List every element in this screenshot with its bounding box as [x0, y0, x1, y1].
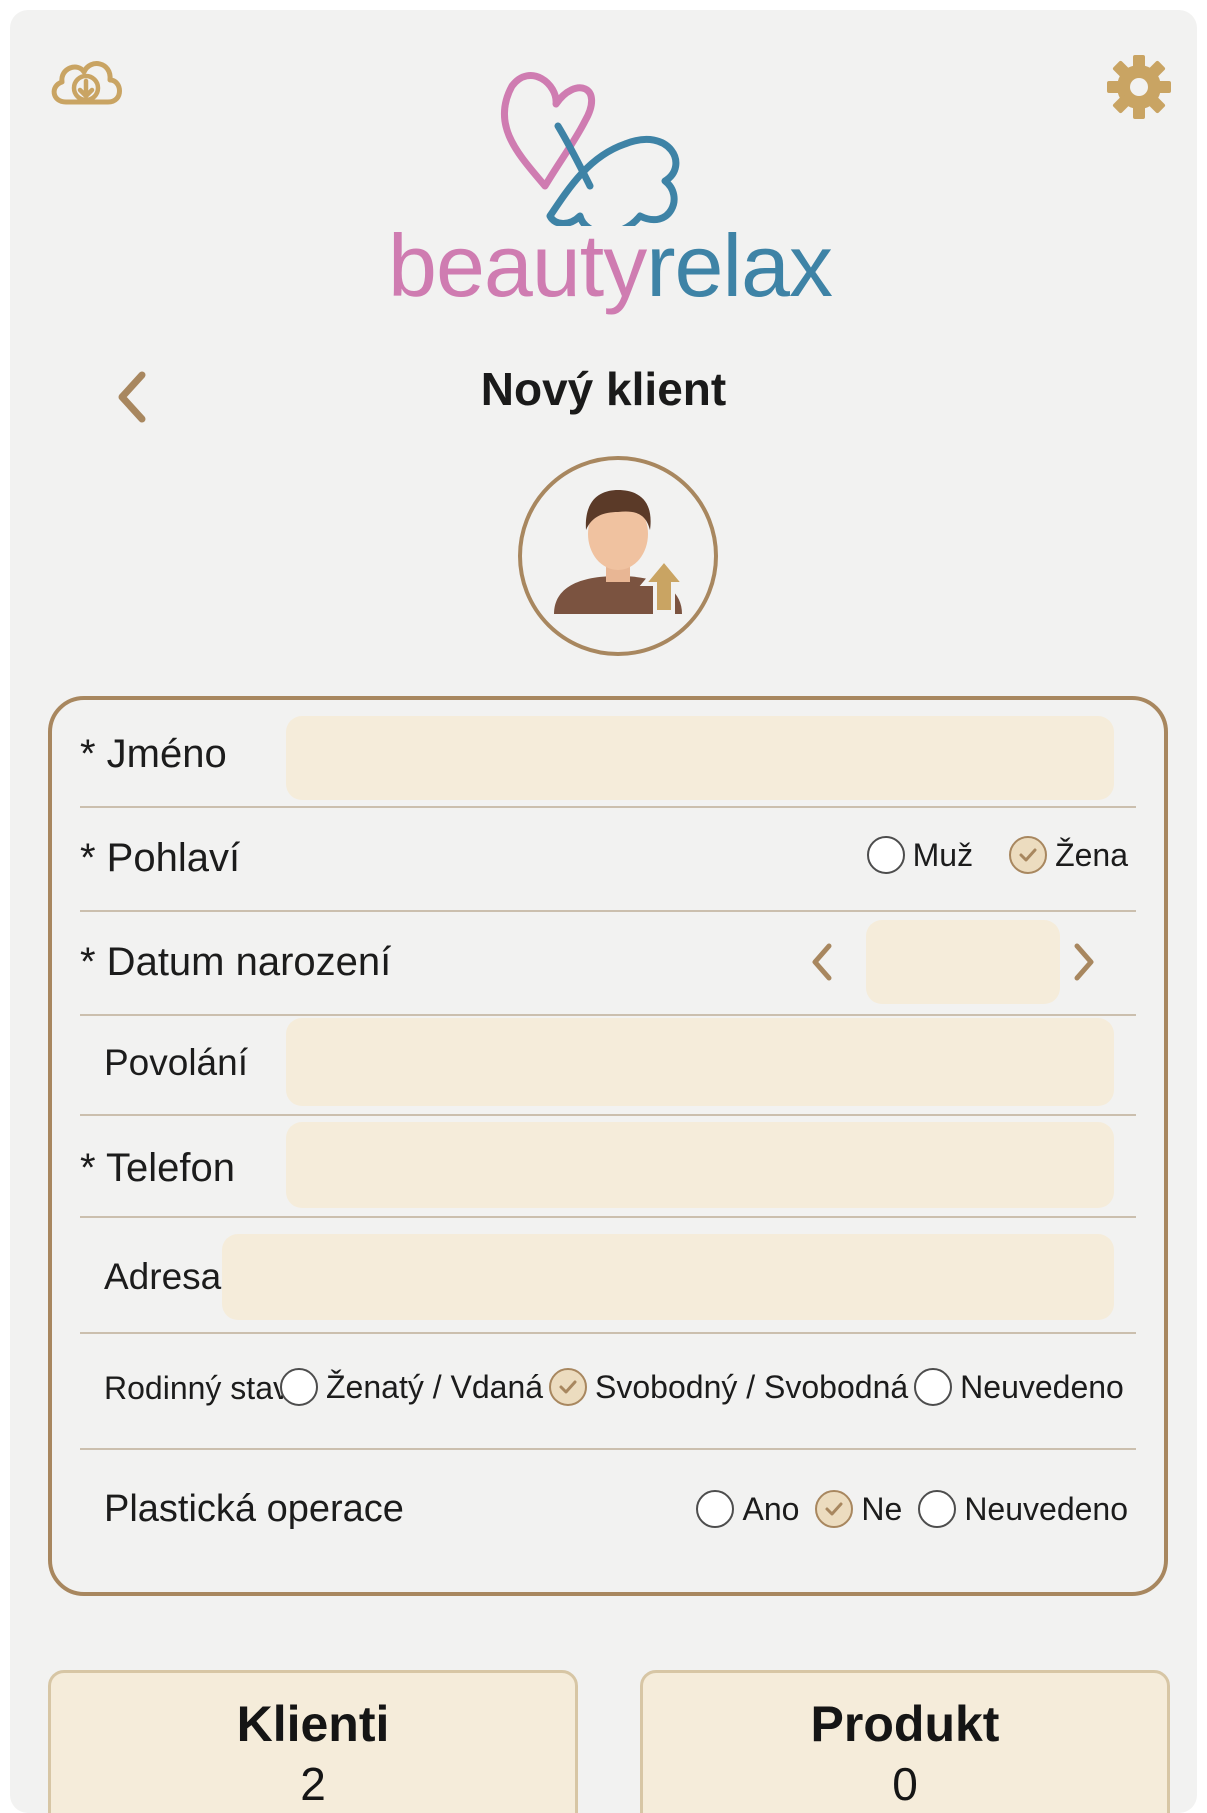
check-icon [1009, 836, 1048, 874]
radio-circle [866, 836, 905, 874]
label-marital: Rodinný stav [104, 1370, 289, 1406]
avatar-upload-icon [554, 490, 689, 614]
products-card[interactable]: Produkt 0 [640, 1670, 1170, 1813]
radio-zena[interactable]: Žena [1009, 836, 1128, 874]
radio-circle [696, 1490, 735, 1528]
address-input[interactable] [222, 1234, 1114, 1320]
row-gender: * Pohlaví Muž Žena [80, 806, 1136, 912]
gender-radio-group: Muž Žena [847, 836, 1128, 874]
date-next-chevron-icon[interactable] [1064, 932, 1104, 992]
client-form: * Jméno * Pohlaví Muž Žena * Datum naroz… [48, 696, 1168, 1596]
radio-circle [914, 1368, 953, 1406]
row-marital: Rodinný stav Ženatý / Vdaná Svobodný / S… [80, 1332, 1136, 1450]
avatar-upload-button[interactable] [518, 456, 718, 656]
plastic-radio-group: Ano Ne Neuvedeno [676, 1490, 1128, 1528]
clients-card[interactable]: Klienti 2 [48, 1670, 578, 1813]
label-gender: * Pohlaví [80, 836, 241, 880]
row-plastic: Plastická operace Ano Ne Neuvedeno [80, 1448, 1136, 1588]
label-birthdate: * Datum narození [80, 940, 392, 984]
radio-ano[interactable]: Ano [696, 1490, 799, 1528]
radio-muz[interactable]: Muž [866, 836, 974, 874]
radio-label-plastic-neuvedeno: Neuvedeno [964, 1490, 1128, 1527]
phone-input[interactable] [286, 1122, 1114, 1208]
clients-label: Klienti [236, 1696, 390, 1752]
brand-logo: beautyrelax [380, 66, 840, 316]
marital-radio-group: Ženatý / Vdaná Svobodný / Svobodná Neuve… [280, 1368, 1124, 1406]
products-label: Produkt [810, 1696, 1000, 1752]
radio-label-ne: Ne [861, 1490, 903, 1527]
radio-label-svobodny: Svobodný / Svobodná [595, 1368, 909, 1405]
gear-icon[interactable] [1100, 48, 1178, 126]
radio-zenaty[interactable]: Ženatý / Vdaná [280, 1368, 543, 1406]
check-icon [815, 1490, 854, 1528]
cloud-download-icon[interactable] [46, 50, 126, 116]
page-title: Nový klient [480, 363, 727, 415]
label-occupation: Povolání [104, 1042, 248, 1083]
label-address: Adresa [104, 1256, 222, 1297]
radio-label-ano: Ano [742, 1490, 800, 1527]
products-count: 0 [892, 1758, 918, 1810]
label-plastic: Plastická operace [104, 1488, 404, 1530]
date-prev-chevron-icon[interactable] [802, 932, 842, 992]
radio-label-muz: Muž [912, 836, 974, 873]
row-name: * Jméno [80, 700, 1136, 808]
row-phone: * Telefon [80, 1114, 1136, 1218]
radio-plastic-neuvedeno[interactable]: Neuvedeno [918, 1490, 1128, 1528]
label-name: * Jméno [80, 732, 227, 776]
radio-svobodny[interactable]: Svobodný / Svobodná [549, 1368, 908, 1406]
radio-circle [280, 1368, 318, 1406]
radio-ne[interactable]: Ne [815, 1490, 902, 1528]
radio-marital-neuvedeno[interactable]: Neuvedeno [914, 1368, 1124, 1406]
radio-label-marital-neuvedeno: Neuvedeno [960, 1368, 1124, 1405]
radio-label-zena: Žena [1055, 836, 1128, 873]
clients-count: 2 [300, 1758, 326, 1810]
brand-part-beauty: beauty [388, 216, 647, 315]
occupation-input[interactable] [286, 1018, 1114, 1106]
row-occupation: Povolání [80, 1014, 1136, 1116]
brand-wordmark: beautyrelax [380, 216, 840, 316]
row-address: Adresa [80, 1216, 1136, 1334]
radio-label-zenaty: Ženatý / Vdaná [326, 1368, 544, 1405]
birthdate-input[interactable] [866, 920, 1060, 1004]
butterfly-logo-icon [500, 72, 680, 226]
row-birthdate: * Datum narození [80, 910, 1136, 1016]
name-input[interactable] [286, 716, 1114, 800]
app-screen: beautyrelax Nový klient * Jméno * Pohlav… [10, 10, 1197, 1813]
radio-circle [918, 1490, 957, 1528]
back-chevron-icon[interactable] [102, 362, 162, 432]
label-phone: * Telefon [80, 1146, 235, 1190]
brand-part-relax: relax [646, 216, 833, 315]
check-icon [549, 1368, 588, 1406]
